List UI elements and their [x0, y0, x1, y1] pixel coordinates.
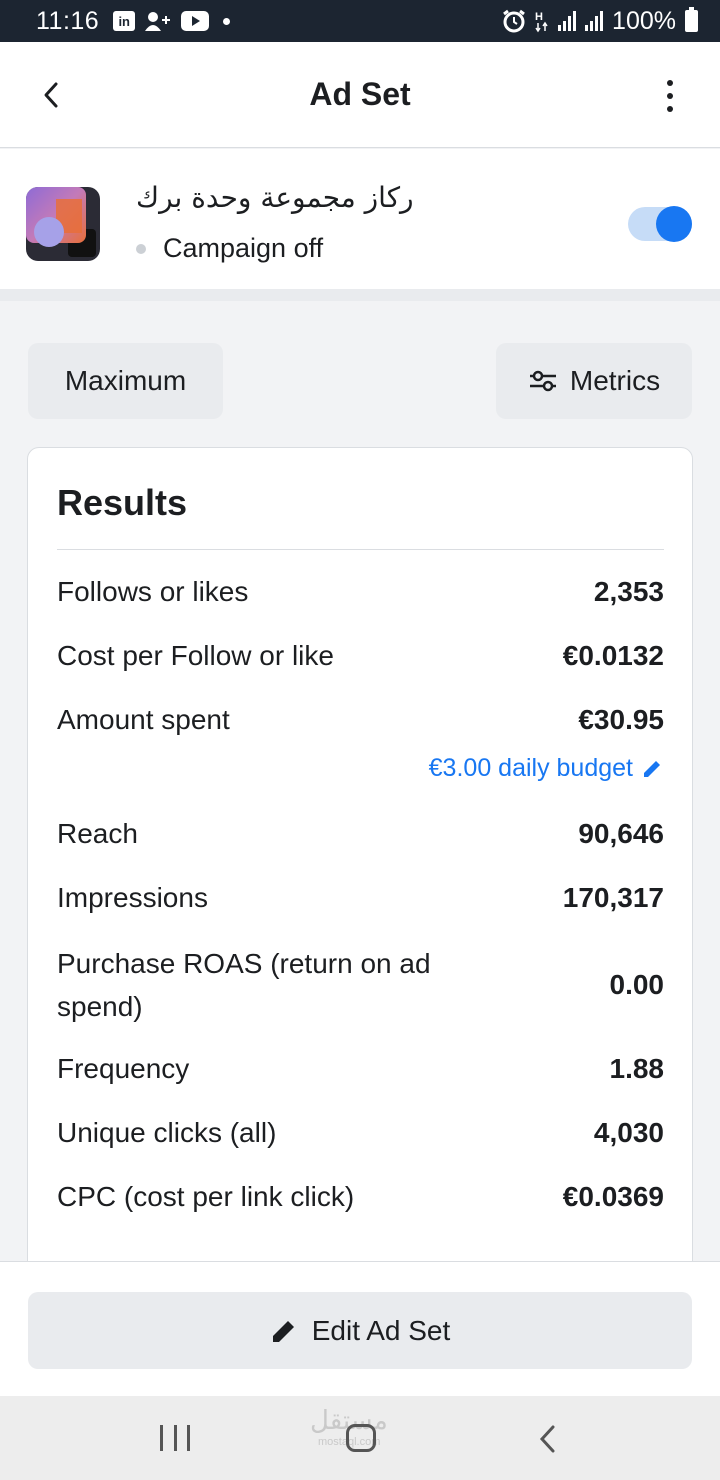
metric-label: Impressions [57, 882, 208, 913]
linkedin-icon: in [113, 11, 136, 31]
data-icon: H [535, 11, 548, 33]
home-icon[interactable] [346, 1424, 376, 1452]
notification-icons: in [113, 11, 231, 31]
nav-back-icon[interactable] [536, 1424, 560, 1454]
edit-ad-set-label: Edit Ad Set [311, 1314, 451, 1346]
signal-icon-2 [585, 11, 604, 31]
edit-ad-set-button[interactable]: Edit Ad Set [28, 1292, 692, 1369]
metric-value: 1.88 [609, 1052, 665, 1084]
campaign-status-label: Campaign off [163, 233, 324, 263]
metric-value: 2,353 [593, 575, 664, 607]
metric-label: Follows or likes [57, 576, 249, 607]
metrics-label: Metrics [569, 365, 661, 396]
battery-icon [685, 7, 698, 32]
metric-label: Amount spent [57, 704, 230, 735]
metric-row: Impressions 170,317 [57, 876, 664, 919]
metric-row: Cost per Follow or like €0.0132 [57, 634, 664, 677]
metric-row: Reach 90,646 [57, 812, 664, 855]
metrics-button[interactable]: Metrics [496, 343, 692, 419]
metric-row: Unique clicks (all) 4,030 [57, 1111, 664, 1154]
results-card: Results Follows or likes 2,353 Cost per … [27, 447, 693, 1307]
signal-icon [558, 11, 577, 31]
app-header: Ad Set [0, 42, 720, 148]
metric-label: Frequency [57, 1053, 190, 1084]
metric-value: 90,646 [578, 817, 664, 849]
back-chevron-icon[interactable] [38, 78, 66, 112]
metric-row: Follows or likes 2,353 [57, 570, 664, 613]
daily-budget-label: €3.00 daily budget [428, 754, 633, 782]
metric-value: €30.95 [578, 703, 664, 735]
ad-set-toggle[interactable] [628, 206, 692, 242]
date-range-button[interactable]: Maximum [28, 343, 223, 419]
svg-text:H: H [535, 11, 543, 23]
metric-value: 4,030 [593, 1116, 664, 1148]
daily-budget-link[interactable]: €3.00 daily budget [429, 754, 663, 783]
metric-value: €0.0369 [562, 1180, 664, 1212]
metric-row: Purchase ROAS (return on ad spend) 0.00 [57, 942, 664, 1028]
metric-label: Cost per Follow or like [57, 640, 334, 671]
more-vert-icon[interactable] [660, 80, 680, 112]
status-dot-icon [136, 243, 146, 254]
ad-set-summary: ركاز مجموعة وحدة برك Campaign off [0, 149, 720, 301]
add-person-icon [145, 12, 171, 31]
sliders-icon [529, 370, 556, 392]
ad-set-thumbnail [26, 187, 100, 261]
divider [57, 549, 664, 550]
youtube-icon [181, 11, 210, 31]
metric-row: CPC (cost per link click) €0.0369 [57, 1175, 664, 1218]
recent-apps-icon[interactable] [160, 1425, 190, 1451]
metric-label: Purchase ROAS (return on ad spend) [57, 948, 431, 1022]
bottom-action-bar: Edit Ad Set [0, 1261, 720, 1396]
results-title: Results [57, 482, 188, 523]
metric-label: CPC (cost per link click) [57, 1181, 355, 1212]
date-range-label: Maximum [64, 365, 187, 396]
status-right: H 100% [502, 7, 698, 36]
alarm-icon [503, 9, 525, 33]
pencil-icon [644, 760, 660, 777]
battery-percent: 100% [612, 6, 676, 35]
ad-set-name: ركاز مجموعة وحدة برك [136, 181, 414, 214]
system-nav-bar: مستقل mostaql.com [0, 1396, 720, 1480]
more-notifications-dot [223, 17, 231, 25]
toggle-knob [656, 206, 692, 242]
metric-value: 0.00 [609, 969, 665, 1000]
metric-value: 170,317 [562, 881, 664, 913]
metric-label: Unique clicks (all) [57, 1117, 277, 1148]
pencil-icon [272, 1320, 294, 1342]
status-bar: 11:16 in H 100% [0, 0, 720, 42]
page-title: Ad Set [309, 76, 411, 112]
metric-value: €0.0132 [562, 639, 664, 671]
metric-row: Frequency 1.88 [57, 1047, 664, 1090]
metric-row: Amount spent €30.95 [57, 698, 664, 741]
campaign-status: Campaign off [136, 233, 323, 264]
metric-label: Reach [57, 818, 138, 849]
status-time: 11:16 [36, 6, 100, 35]
